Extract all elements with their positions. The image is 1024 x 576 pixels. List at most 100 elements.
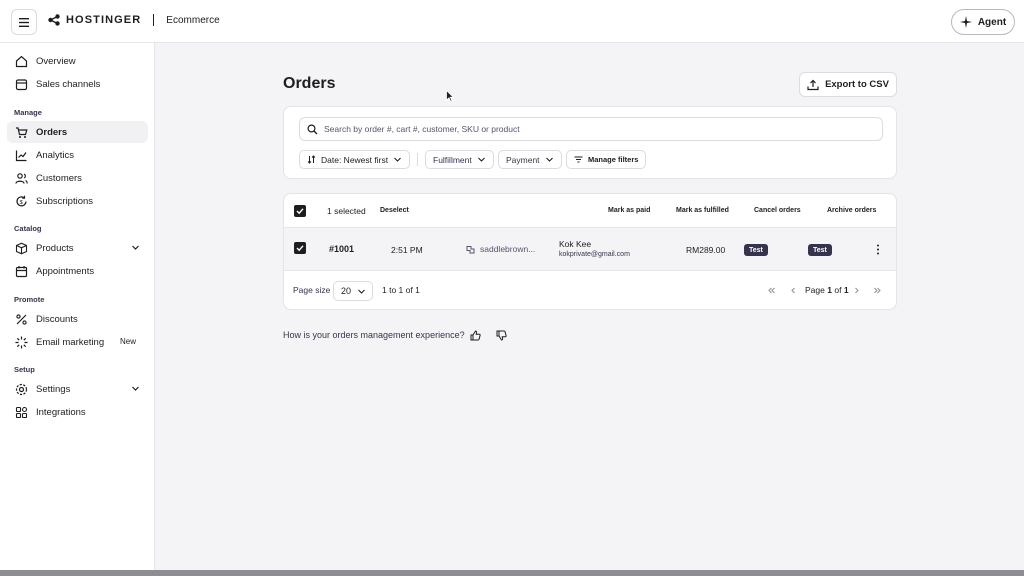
- chart-icon: [14, 148, 28, 162]
- thumbs-down-icon: [496, 330, 507, 341]
- sidebar-item-customers[interactable]: Customers: [7, 167, 148, 189]
- manage-filters-label: Manage filters: [588, 155, 639, 164]
- page-total: 1: [843, 285, 849, 295]
- sidebar-item-label: Settings: [36, 383, 71, 395]
- thumbs-up-button[interactable]: [469, 329, 481, 341]
- feedback-question: How is your orders management experience…: [283, 330, 465, 340]
- page-size-select[interactable]: 20: [333, 281, 373, 301]
- sidebar-item-settings[interactable]: Settings: [7, 378, 148, 400]
- sort-icon: [307, 155, 316, 164]
- agent-button[interactable]: Agent: [951, 9, 1015, 35]
- payment-status-badge: Test: [744, 244, 768, 256]
- channel-icon: [466, 245, 475, 253]
- cart-icon: [14, 125, 28, 139]
- sidebar-item-email-marketing[interactable]: Email marketing New: [7, 331, 148, 353]
- top-bar: HOSTINGER Ecommerce Agent: [0, 0, 1024, 43]
- calendar-icon: [14, 264, 28, 278]
- more-options-icon[interactable]: [876, 244, 880, 255]
- mark-as-paid-button[interactable]: Mark as paid: [608, 207, 650, 214]
- menu-toggle-button[interactable]: [11, 9, 37, 35]
- filter-divider: [417, 153, 418, 166]
- sidebar-item-label: Discounts: [36, 313, 78, 325]
- sidebar-item-subscriptions[interactable]: $ Subscriptions: [7, 190, 148, 212]
- chevron-down-icon[interactable]: [131, 243, 140, 252]
- hostinger-logo-icon: [48, 14, 60, 26]
- cancel-orders-button[interactable]: Cancel orders: [754, 207, 801, 214]
- first-page-icon[interactable]: [767, 286, 776, 295]
- order-total: RM289.00: [686, 245, 726, 255]
- page-size-value: 20: [341, 286, 352, 296]
- brand[interactable]: HOSTINGER Ecommerce: [48, 14, 220, 26]
- page-size-label: Page size: [293, 285, 331, 295]
- section-label-setup: Setup: [14, 365, 35, 374]
- sidebar-item-discounts[interactable]: Discounts: [7, 308, 148, 330]
- next-page-icon[interactable]: [852, 286, 861, 295]
- chevron-down-icon: [358, 289, 365, 294]
- page-of: of: [834, 285, 842, 295]
- last-page-icon[interactable]: [873, 286, 882, 295]
- order-number[interactable]: #1001: [329, 244, 354, 254]
- export-csv-button[interactable]: Export to CSV: [799, 72, 897, 97]
- row-checkbox[interactable]: [294, 242, 306, 254]
- manage-filters-button[interactable]: Manage filters: [566, 150, 647, 169]
- mark-as-fulfilled-button[interactable]: Mark as fulfilled: [676, 207, 729, 214]
- chevron-down-icon: [545, 157, 553, 162]
- sidebar-item-label: Email marketing: [36, 336, 105, 348]
- sidebar-item-overview[interactable]: Overview: [7, 50, 148, 72]
- sidebar-item-integrations[interactable]: Integrations: [7, 401, 148, 423]
- sidebar-item-orders[interactable]: Orders: [7, 121, 148, 143]
- customer-email: kokprivate@gmail.com: [559, 251, 630, 258]
- page-indicator: Page 1 of 1: [805, 285, 849, 295]
- gear-icon: [14, 382, 28, 396]
- sidebar-item-appointments[interactable]: Appointments: [7, 260, 148, 282]
- previous-page-icon[interactable]: [789, 286, 798, 295]
- pagination: Page size 20 1 to 1 of 1 Page 1 of 1: [284, 272, 896, 309]
- payment-filter[interactable]: Payment: [498, 150, 562, 169]
- sidebar-item-label: Sales channels: [36, 78, 101, 90]
- archive-orders-button[interactable]: Archive orders: [827, 207, 876, 214]
- sidebar-item-products[interactable]: Products: [7, 237, 148, 259]
- brand-divider: [153, 14, 155, 26]
- deselect-button[interactable]: Deselect: [380, 207, 409, 214]
- search-input[interactable]: [324, 124, 864, 134]
- selected-count: 1 selected: [327, 206, 366, 216]
- upload-icon: [807, 79, 819, 90]
- table-row[interactable]: #1001 2:51 PM saddlebrown... Kok Kee kok…: [284, 228, 896, 271]
- section-label-manage: Manage: [14, 108, 42, 117]
- sort-label: Date: Newest first: [321, 154, 389, 165]
- chevron-down-icon: [477, 157, 485, 162]
- home-icon: [14, 54, 28, 68]
- search-icon: [307, 123, 318, 135]
- table-header-bulk-actions: 1 selected Deselect Mark as paid Mark as…: [284, 194, 896, 228]
- page-current: 1: [827, 285, 832, 295]
- product-name: Ecommerce: [166, 14, 220, 26]
- customer-name: Kok Kee: [559, 239, 592, 249]
- row-range: 1 to 1 of 1: [382, 285, 420, 295]
- fulfillment-filter[interactable]: Fulfillment: [425, 150, 494, 169]
- chevron-down-icon[interactable]: [131, 384, 140, 393]
- sidebar-item-label: Analytics: [36, 149, 75, 161]
- percent-icon: [14, 312, 28, 326]
- sort-dropdown[interactable]: Date: Newest first: [299, 150, 411, 169]
- sidebar-item-label: Customers: [36, 172, 82, 184]
- sidebar-item-sales-channels[interactable]: Sales channels: [7, 73, 148, 95]
- fulfillment-status-badge: Test: [808, 244, 832, 256]
- filter-card: Date: Newest first Fulfillment Payment M…: [283, 106, 897, 179]
- grid-icon: [14, 405, 28, 419]
- order-time: 2:51 PM: [391, 245, 423, 255]
- hamburger-icon: [19, 17, 29, 27]
- search-box[interactable]: [299, 117, 883, 141]
- page-title: Orders: [283, 75, 336, 92]
- thumbs-up-icon: [470, 329, 481, 340]
- sidebar-item-label: Appointments: [36, 265, 95, 277]
- order-channel: saddlebrown...: [466, 244, 535, 254]
- orders-table: 1 selected Deselect Mark as paid Mark as…: [283, 193, 897, 310]
- new-badge: New: [119, 337, 136, 346]
- svg-text:$: $: [19, 199, 22, 205]
- sidebar-item-analytics[interactable]: Analytics: [7, 144, 148, 166]
- window-bottom-edge: [0, 570, 1024, 576]
- agent-label: Agent: [977, 16, 1007, 28]
- channel-label: saddlebrown...: [480, 244, 536, 254]
- select-all-checkbox[interactable]: [294, 205, 306, 217]
- thumbs-down-button[interactable]: [495, 329, 507, 341]
